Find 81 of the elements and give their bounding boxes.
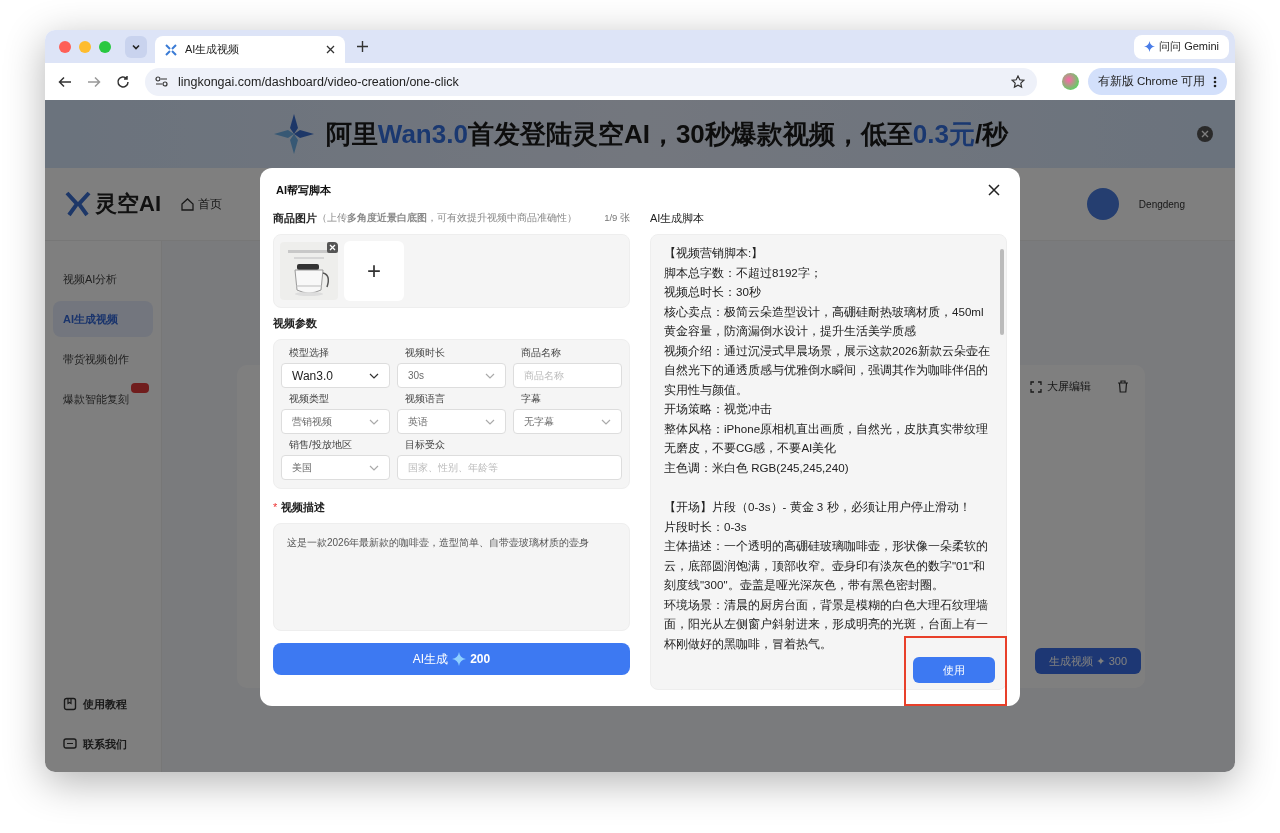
sidebar-link[interactable]: 使用教程 <box>53 686 153 722</box>
site-settings-icon[interactable] <box>155 75 168 88</box>
logo-text: 灵空AI <box>95 190 161 218</box>
sidebar-item[interactable]: 爆款智能复刻 <box>53 381 153 417</box>
user-avatar[interactable] <box>1086 188 1119 220</box>
gemini-button[interactable]: 问问 Gemini <box>1134 34 1229 59</box>
description-field[interactable]: 这是一款2026年最新款的咖啡壶，造型简单、自带壶玻璃材质的壶身 <box>273 523 630 631</box>
chevron-down-icon <box>485 372 495 379</box>
sidebar-item[interactable]: 带货视频创作 <box>53 341 153 377</box>
script-line: 【开场】片段（0-3s）- 黄金 3 秒，必须让用户停止滑动！ <box>664 499 972 515</box>
section-title: AI生成脚本 <box>650 211 706 226</box>
chevron-down-icon <box>369 372 379 379</box>
script-line: 【视频营销脚本:】 <box>664 245 765 261</box>
logo-icon <box>65 191 91 217</box>
chat-icon <box>63 737 77 751</box>
required-mark: * <box>273 501 278 513</box>
browser-tab[interactable]: AI生成视频 <box>155 36 345 63</box>
banner-text: 首发登陆灵空AI，30秒爆款视频，低至 <box>467 118 913 149</box>
script-line: 主色调：米白色 RGB(245,245,240) <box>664 459 850 476</box>
ai-generate-button[interactable]: AI生成 200 <box>273 643 630 675</box>
reload-icon[interactable] <box>116 74 130 89</box>
profile-avatar[interactable] <box>1061 73 1079 90</box>
use-button[interactable]: 使用 <box>913 657 995 683</box>
banner-text: Wan3.0 <box>377 118 468 149</box>
script-line: 视频总时长：30秒 <box>664 284 762 300</box>
bookmark-star-icon[interactable] <box>1010 74 1025 89</box>
scrollbar[interactable] <box>1000 249 1004 335</box>
tab-list-button[interactable] <box>125 35 147 58</box>
script-line: 开场策略：视觉冲击 <box>664 401 773 417</box>
book-icon <box>63 697 77 711</box>
banner-text: 0.3元 <box>912 118 975 149</box>
select-field[interactable]: Wan3.0 <box>281 363 390 388</box>
banner-text: /秒 <box>974 118 1009 149</box>
fullscreen-edit-link[interactable]: 大屏编辑 <box>1030 379 1091 394</box>
more-icon <box>1213 75 1217 88</box>
forward-icon[interactable] <box>87 74 101 89</box>
field-label: 视频时长 <box>404 346 446 360</box>
new-tab-icon[interactable] <box>357 41 368 52</box>
script-line: 环境场景：清晨的厨房台面，背景是模糊的白色大理石纹理墙面，阳光从左侧窗户斜射进来，形成明亮的光斑，台面上有一杯刚做好的黑咖啡，冒着热气。 <box>664 596 989 652</box>
section-title: 商品图片 <box>273 210 317 226</box>
sidebar-item[interactable]: 视频AI分析 <box>53 261 153 297</box>
close-icon[interactable] <box>988 184 1000 196</box>
field-label: 销售/投放地区 <box>288 438 353 452</box>
dialog-title: AI帮写脚本 <box>276 182 332 198</box>
close-icon[interactable] <box>326 45 335 54</box>
image-count: 1/9 张 <box>604 211 630 225</box>
script-line: 脚本总字数：不超过8192字； <box>664 264 823 281</box>
script-line: 片段时长：0-3s <box>664 518 748 535</box>
fullscreen-icon <box>1030 380 1042 393</box>
field-label: 模型选择 <box>288 346 330 360</box>
update-chrome-button[interactable]: 有新版 Chrome 可用 <box>1087 68 1227 95</box>
script-line: 视频介绍：通过沉浸式早晨场景，展示这款2026新款云朵壶在自然光下的通透质感与优雅倒水瞬间，强调其作为咖啡伴侣的实用性与颜值。 <box>664 342 991 398</box>
home-icon <box>181 197 194 211</box>
script-line: 整体风格：iPhone原相机直出画质，自然光，皮肤真实带纹理无磨皮，不要CG感，不要AI美化 <box>664 420 990 456</box>
tab-title: AI生成视频 <box>185 42 241 57</box>
section-title: 视频参数 <box>273 316 318 331</box>
field-label: 视频类型 <box>288 392 330 406</box>
field-label: 商品名称 <box>520 346 562 360</box>
field-label: 字幕 <box>520 392 542 406</box>
trash-icon[interactable] <box>1117 380 1129 393</box>
chevron-down-icon <box>485 418 495 425</box>
field-label: 目标受众 <box>404 438 446 452</box>
section-title: 视频描述 <box>281 499 326 515</box>
chevron-down-icon <box>601 418 611 425</box>
script-line: 核心卖点：极简云朵造型设计，高硼硅耐热玻璃材质，450ml 黄金容量，防滴漏倒水设计，提升生活美学质感 <box>664 303 985 339</box>
upload-hint: （上传多角度近景白底图，可有效提升视频中商品准确性） <box>317 211 577 225</box>
back-icon[interactable] <box>58 74 72 89</box>
home-link[interactable]: 首页 <box>181 195 222 213</box>
remove-image-icon[interactable] <box>327 242 338 253</box>
address-field[interactable]: lingkongai.com/dashboard/video-creation/one-click <box>145 67 1037 96</box>
banner-text: 阿里 <box>325 118 378 149</box>
generate-video-button[interactable]: 生成视频 ✦ 300 <box>1035 648 1141 674</box>
chevron-down-icon <box>369 464 379 471</box>
add-image-button[interactable]: + <box>344 241 404 301</box>
sidebar-link[interactable]: 联系我们 <box>53 726 153 762</box>
user-name: Dengdeng <box>1138 198 1185 210</box>
chevron-down-icon <box>369 418 379 425</box>
script-line: 主体描述：一个透明的高硼硅玻璃咖啡壶，形状像一朵柔软的云，底部圆润饱满，顶部收窄。壶身印有淡灰色的数字"01"和刻度线"300"。壶盖是哑光深灰色，带有黑色密封圈。 <box>664 538 989 593</box>
field-label: 视频语言 <box>404 392 446 406</box>
url-text: lingkongai.com/dashboard/video-creation/one-click <box>178 74 459 89</box>
promo-banner[interactable]: 阿里Wan3.0首发登陆灵空AI，30秒爆款视频，低至0.3元/秒 <box>45 100 1235 168</box>
